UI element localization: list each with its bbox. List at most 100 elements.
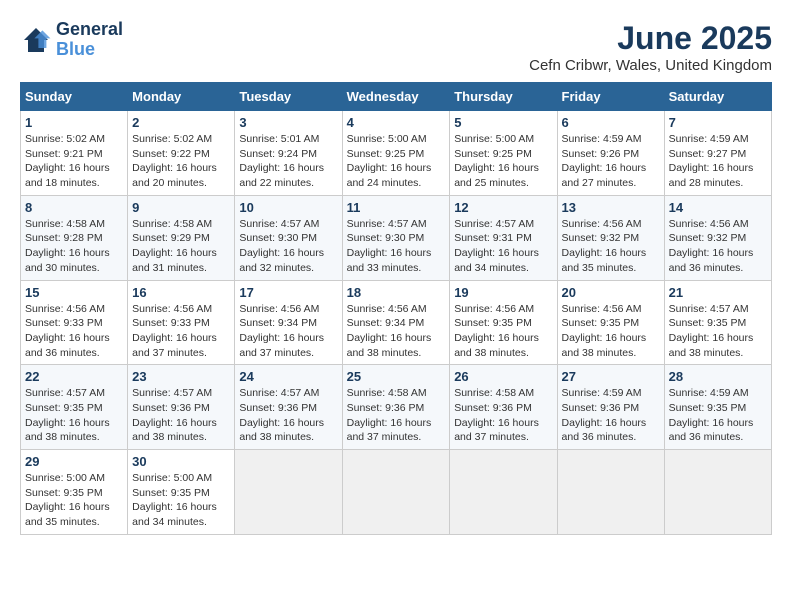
calendar-header-row: SundayMondayTuesdayWednesdayThursdayFrid… bbox=[21, 83, 772, 111]
day-number: 18 bbox=[347, 285, 446, 300]
day-info: Sunrise: 4:56 AM Sunset: 9:33 PM Dayligh… bbox=[25, 302, 123, 361]
day-info: Sunrise: 4:59 AM Sunset: 9:27 PM Dayligh… bbox=[669, 132, 767, 191]
day-info: Sunrise: 4:56 AM Sunset: 9:33 PM Dayligh… bbox=[132, 302, 230, 361]
day-number: 2 bbox=[132, 115, 230, 130]
title-area: June 2025 Cefn Cribwr, Wales, United Kin… bbox=[529, 20, 772, 74]
day-info: Sunrise: 5:02 AM Sunset: 9:21 PM Dayligh… bbox=[25, 132, 123, 191]
day-info: Sunrise: 5:02 AM Sunset: 9:22 PM Dayligh… bbox=[132, 132, 230, 191]
calendar-cell: 17 Sunrise: 4:56 AM Sunset: 9:34 PM Dayl… bbox=[235, 280, 342, 365]
day-number: 8 bbox=[25, 200, 123, 215]
calendar-cell: 11 Sunrise: 4:57 AM Sunset: 9:30 PM Dayl… bbox=[342, 195, 450, 280]
calendar-table: SundayMondayTuesdayWednesdayThursdayFrid… bbox=[20, 82, 772, 535]
day-info: Sunrise: 5:00 AM Sunset: 9:35 PM Dayligh… bbox=[132, 471, 230, 530]
calendar-cell: 26 Sunrise: 4:58 AM Sunset: 9:36 PM Dayl… bbox=[450, 365, 557, 450]
day-number: 4 bbox=[347, 115, 446, 130]
calendar-cell: 25 Sunrise: 4:58 AM Sunset: 9:36 PM Dayl… bbox=[342, 365, 450, 450]
day-info: Sunrise: 4:56 AM Sunset: 9:35 PM Dayligh… bbox=[454, 302, 552, 361]
calendar-cell: 24 Sunrise: 4:57 AM Sunset: 9:36 PM Dayl… bbox=[235, 365, 342, 450]
calendar-cell: 23 Sunrise: 4:57 AM Sunset: 9:36 PM Dayl… bbox=[128, 365, 235, 450]
location-title: Cefn Cribwr, Wales, United Kingdom bbox=[529, 57, 772, 74]
month-title: June 2025 bbox=[529, 20, 772, 57]
day-number: 9 bbox=[132, 200, 230, 215]
day-number: 20 bbox=[562, 285, 660, 300]
day-number: 15 bbox=[25, 285, 123, 300]
calendar-cell: 9 Sunrise: 4:58 AM Sunset: 9:29 PM Dayli… bbox=[128, 195, 235, 280]
calendar-week-3: 15 Sunrise: 4:56 AM Sunset: 9:33 PM Dayl… bbox=[21, 280, 772, 365]
day-info: Sunrise: 4:56 AM Sunset: 9:35 PM Dayligh… bbox=[562, 302, 660, 361]
calendar-cell: 13 Sunrise: 4:56 AM Sunset: 9:32 PM Dayl… bbox=[557, 195, 664, 280]
calendar-week-4: 22 Sunrise: 4:57 AM Sunset: 9:35 PM Dayl… bbox=[21, 365, 772, 450]
day-info: Sunrise: 4:57 AM Sunset: 9:36 PM Dayligh… bbox=[239, 386, 337, 445]
day-info: Sunrise: 4:58 AM Sunset: 9:36 PM Dayligh… bbox=[347, 386, 446, 445]
calendar-cell: 14 Sunrise: 4:56 AM Sunset: 9:32 PM Dayl… bbox=[664, 195, 771, 280]
logo-text: General Blue bbox=[56, 20, 123, 60]
calendar-week-2: 8 Sunrise: 4:58 AM Sunset: 9:28 PM Dayli… bbox=[21, 195, 772, 280]
day-number: 1 bbox=[25, 115, 123, 130]
day-number: 21 bbox=[669, 285, 767, 300]
logo: General Blue bbox=[20, 20, 123, 60]
page-header: General Blue June 2025 Cefn Cribwr, Wale… bbox=[20, 20, 772, 74]
calendar-cell: 3 Sunrise: 5:01 AM Sunset: 9:24 PM Dayli… bbox=[235, 111, 342, 196]
calendar-cell: 29 Sunrise: 5:00 AM Sunset: 9:35 PM Dayl… bbox=[21, 450, 128, 535]
day-info: Sunrise: 4:56 AM Sunset: 9:34 PM Dayligh… bbox=[347, 302, 446, 361]
weekday-header-friday: Friday bbox=[557, 83, 664, 111]
day-number: 29 bbox=[25, 454, 123, 469]
weekday-header-tuesday: Tuesday bbox=[235, 83, 342, 111]
day-number: 25 bbox=[347, 369, 446, 384]
calendar-cell: 21 Sunrise: 4:57 AM Sunset: 9:35 PM Dayl… bbox=[664, 280, 771, 365]
calendar-cell: 22 Sunrise: 4:57 AM Sunset: 9:35 PM Dayl… bbox=[21, 365, 128, 450]
day-info: Sunrise: 4:57 AM Sunset: 9:30 PM Dayligh… bbox=[347, 217, 446, 276]
day-number: 12 bbox=[454, 200, 552, 215]
calendar-cell: 1 Sunrise: 5:02 AM Sunset: 9:21 PM Dayli… bbox=[21, 111, 128, 196]
day-number: 22 bbox=[25, 369, 123, 384]
day-info: Sunrise: 4:56 AM Sunset: 9:34 PM Dayligh… bbox=[239, 302, 337, 361]
day-info: Sunrise: 4:57 AM Sunset: 9:31 PM Dayligh… bbox=[454, 217, 552, 276]
day-number: 7 bbox=[669, 115, 767, 130]
day-info: Sunrise: 4:57 AM Sunset: 9:35 PM Dayligh… bbox=[669, 302, 767, 361]
day-info: Sunrise: 4:59 AM Sunset: 9:36 PM Dayligh… bbox=[562, 386, 660, 445]
day-info: Sunrise: 5:00 AM Sunset: 9:25 PM Dayligh… bbox=[347, 132, 446, 191]
calendar-cell bbox=[664, 450, 771, 535]
weekday-header-monday: Monday bbox=[128, 83, 235, 111]
calendar-cell: 15 Sunrise: 4:56 AM Sunset: 9:33 PM Dayl… bbox=[21, 280, 128, 365]
weekday-header-saturday: Saturday bbox=[664, 83, 771, 111]
day-info: Sunrise: 4:59 AM Sunset: 9:35 PM Dayligh… bbox=[669, 386, 767, 445]
calendar-cell: 30 Sunrise: 5:00 AM Sunset: 9:35 PM Dayl… bbox=[128, 450, 235, 535]
calendar-cell: 12 Sunrise: 4:57 AM Sunset: 9:31 PM Dayl… bbox=[450, 195, 557, 280]
calendar-cell: 6 Sunrise: 4:59 AM Sunset: 9:26 PM Dayli… bbox=[557, 111, 664, 196]
day-info: Sunrise: 4:58 AM Sunset: 9:28 PM Dayligh… bbox=[25, 217, 123, 276]
calendar-cell bbox=[557, 450, 664, 535]
day-number: 5 bbox=[454, 115, 552, 130]
day-info: Sunrise: 4:58 AM Sunset: 9:29 PM Dayligh… bbox=[132, 217, 230, 276]
calendar-cell: 16 Sunrise: 4:56 AM Sunset: 9:33 PM Dayl… bbox=[128, 280, 235, 365]
day-number: 11 bbox=[347, 200, 446, 215]
day-number: 24 bbox=[239, 369, 337, 384]
day-number: 3 bbox=[239, 115, 337, 130]
calendar-week-5: 29 Sunrise: 5:00 AM Sunset: 9:35 PM Dayl… bbox=[21, 450, 772, 535]
logo-icon bbox=[20, 24, 52, 56]
day-number: 13 bbox=[562, 200, 660, 215]
calendar-cell: 20 Sunrise: 4:56 AM Sunset: 9:35 PM Dayl… bbox=[557, 280, 664, 365]
day-number: 17 bbox=[239, 285, 337, 300]
day-info: Sunrise: 5:01 AM Sunset: 9:24 PM Dayligh… bbox=[239, 132, 337, 191]
calendar-cell bbox=[235, 450, 342, 535]
calendar-cell bbox=[342, 450, 450, 535]
calendar-cell: 18 Sunrise: 4:56 AM Sunset: 9:34 PM Dayl… bbox=[342, 280, 450, 365]
calendar-cell: 19 Sunrise: 4:56 AM Sunset: 9:35 PM Dayl… bbox=[450, 280, 557, 365]
day-info: Sunrise: 4:58 AM Sunset: 9:36 PM Dayligh… bbox=[454, 386, 552, 445]
day-info: Sunrise: 4:56 AM Sunset: 9:32 PM Dayligh… bbox=[669, 217, 767, 276]
day-number: 6 bbox=[562, 115, 660, 130]
calendar-cell: 28 Sunrise: 4:59 AM Sunset: 9:35 PM Dayl… bbox=[664, 365, 771, 450]
calendar-cell: 8 Sunrise: 4:58 AM Sunset: 9:28 PM Dayli… bbox=[21, 195, 128, 280]
calendar-cell: 10 Sunrise: 4:57 AM Sunset: 9:30 PM Dayl… bbox=[235, 195, 342, 280]
day-number: 30 bbox=[132, 454, 230, 469]
day-number: 27 bbox=[562, 369, 660, 384]
day-info: Sunrise: 4:56 AM Sunset: 9:32 PM Dayligh… bbox=[562, 217, 660, 276]
day-number: 10 bbox=[239, 200, 337, 215]
calendar-cell: 4 Sunrise: 5:00 AM Sunset: 9:25 PM Dayli… bbox=[342, 111, 450, 196]
day-number: 16 bbox=[132, 285, 230, 300]
calendar-cell bbox=[450, 450, 557, 535]
weekday-header-sunday: Sunday bbox=[21, 83, 128, 111]
calendar-week-1: 1 Sunrise: 5:02 AM Sunset: 9:21 PM Dayli… bbox=[21, 111, 772, 196]
day-info: Sunrise: 4:59 AM Sunset: 9:26 PM Dayligh… bbox=[562, 132, 660, 191]
